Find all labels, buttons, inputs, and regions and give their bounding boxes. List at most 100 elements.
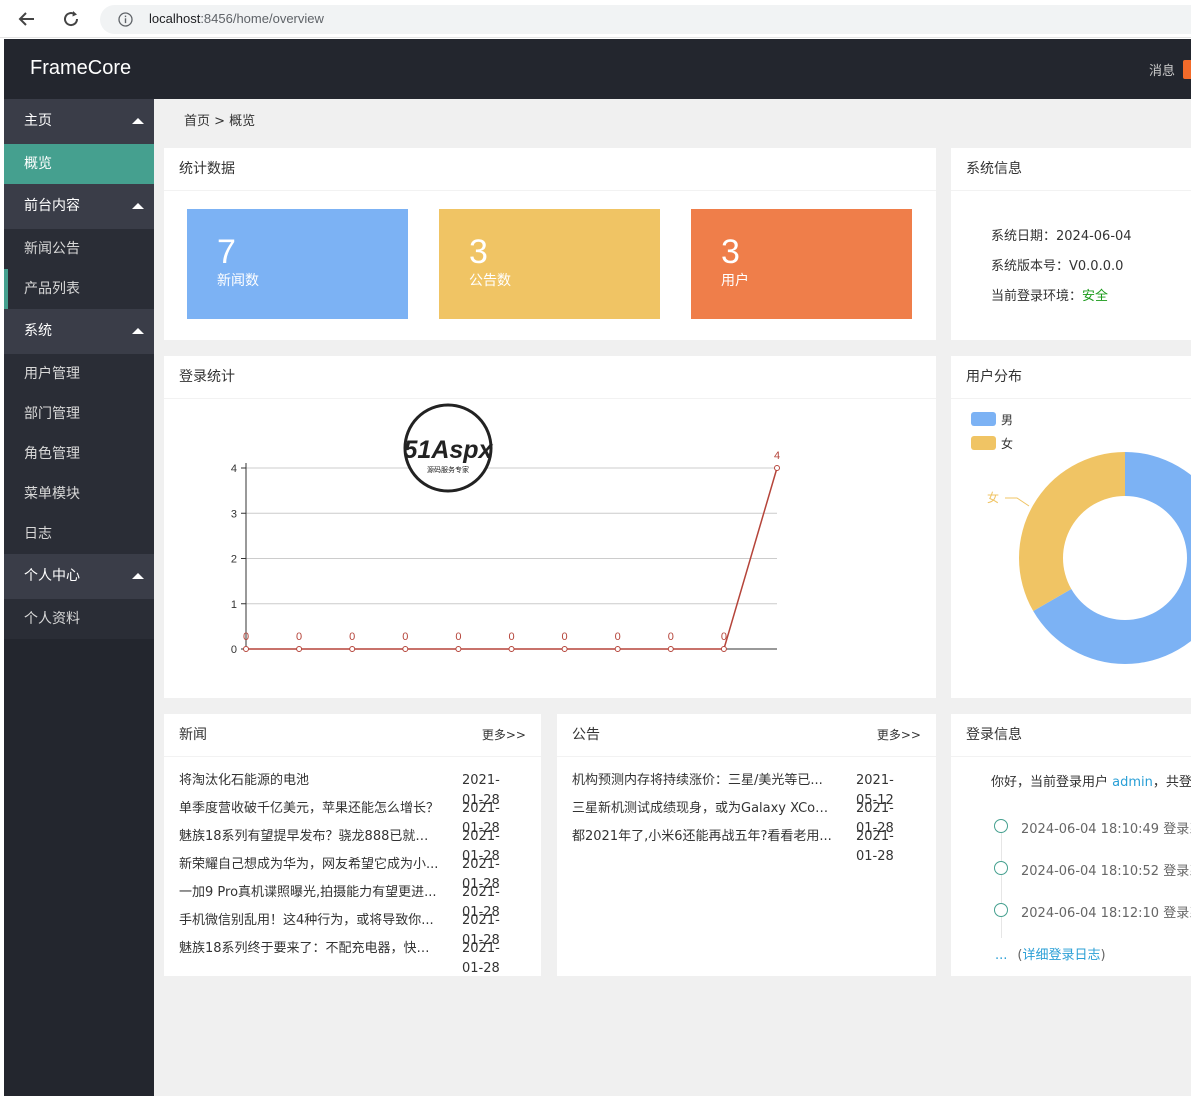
login-line-chart: 01234 51Aspx 源码服务专家 0 0 0 0 0 0 0 0 0 04: [231, 403, 780, 656]
breadcrumb: 首页 > 概览: [184, 114, 256, 129]
watermark-subtitle: 源码服务专家: [427, 465, 469, 474]
y-tick-label: 1: [231, 599, 237, 611]
login-detail-link[interactable]: 详细登录日志: [1022, 948, 1100, 963]
notice-card: 公告 更多>> 机构预测内存将持续涨价：三星/美光等已... 2021-05-12 三…: [557, 714, 936, 976]
item-title[interactable]: 新荣耀自己想成为华为，网友希望它成为小...: [179, 855, 438, 875]
news-item[interactable]: 手机微信别乱用！这4种行为，或将导致你... 2021-01-28: [179, 911, 500, 948]
stat-value: 3: [721, 233, 740, 271]
news-item[interactable]: 魅族18系列终于要来了：不配充电器，快充... 2021-01-28: [179, 939, 500, 976]
reload-icon[interactable]: [58, 6, 84, 32]
system-date: 系统日期：2024-06-04: [991, 229, 1132, 244]
stat-user-count[interactable]: 3 用户: [691, 209, 912, 319]
data-point: [774, 465, 780, 471]
news-item[interactable]: 将淘汰化石能源的电池 2021-01-28: [179, 771, 500, 808]
sidebar-item-department-management[interactable]: 部门管理: [4, 394, 154, 434]
top-bar: FrameCore 消息: [4, 39, 1191, 99]
data-label: 0: [721, 631, 727, 643]
browser-toolbar: localhost:8456/home/overview: [0, 0, 1191, 38]
item-title[interactable]: 都2021年了,小米6还能再战五年?看看老用...: [572, 827, 832, 847]
item-title[interactable]: 魅族18系列有望提早发布？骁龙888已就位 ...: [179, 827, 441, 847]
login-entry: 2024-06-04 18:10:52 登录系: [1021, 864, 1191, 879]
item-date: 2021-01-28: [462, 941, 500, 976]
user-distribution-pie-chart: 男女女: [971, 412, 1191, 664]
data-point: [561, 646, 568, 652]
news-card: 新闻 更多>> 将淘汰化石能源的电池 2021-01-28 单季度营收破千亿美元，苹果…: [164, 714, 541, 976]
data-point: [720, 646, 727, 652]
y-tick-label: 0: [231, 644, 237, 656]
app-logo[interactable]: FrameCore: [30, 57, 131, 80]
legend-swatch: [971, 412, 996, 426]
notice-item[interactable]: 都2021年了,小米6还能再战五年?看看老用... 2021-01-28: [572, 827, 894, 864]
site-info-icon[interactable]: [118, 12, 133, 31]
data-label: 0: [243, 631, 249, 643]
stat-news-count[interactable]: 7 新闻数: [187, 209, 408, 319]
sidebar-item-profile[interactable]: 个人资料: [4, 599, 154, 639]
sidebar-item-overview[interactable]: 概览: [4, 144, 154, 184]
stats-card: 统计数据 7 新闻数 3 公告数 3 用户: [164, 148, 936, 340]
news-item[interactable]: 魅族18系列有望提早发布？骁龙888已就位 ... 2021-01-28: [179, 827, 500, 864]
item-title[interactable]: 一加9 Pro真机谍照曝光,拍摄能力有望更进...: [179, 883, 437, 903]
timeline-line: [1001, 826, 1002, 938]
sidebar-item-log[interactable]: 日志: [4, 514, 154, 554]
stat-label: 新闻数: [217, 273, 259, 289]
news-item[interactable]: 一加9 Pro真机谍照曝光,拍摄能力有望更进... 2021-01-28: [179, 883, 500, 920]
sidebar-group-frontend-content[interactable]: 前台内容: [4, 184, 154, 229]
data-label: 0: [296, 631, 302, 643]
notice-item[interactable]: 机构预测内存将持续涨价：三星/美光等已... 2021-05-12: [572, 771, 894, 808]
news-more-link[interactable]: 更多>>: [482, 714, 526, 757]
sidebar-item-product-list[interactable]: 产品列表: [4, 269, 154, 309]
data-label: 0: [508, 631, 514, 643]
timeline-dot-icon: [994, 819, 1008, 833]
main-content: 首页 > 概览 统计数据 7 新闻数 3 公告数 3 用户 系统信息 系统日期：…: [154, 99, 1191, 1096]
messages-badge: [1183, 60, 1191, 79]
data-label: 0: [562, 631, 568, 643]
data-point: [508, 646, 515, 652]
data-point: [667, 646, 674, 652]
y-tick-label: 4: [231, 463, 237, 475]
data-label: 0: [455, 631, 461, 643]
y-tick-label: 3: [231, 508, 237, 520]
stat-notice-count[interactable]: 3 公告数: [439, 209, 660, 319]
watermark-text: 51Aspx: [404, 436, 494, 464]
item-title[interactable]: 机构预测内存将持续涨价：三星/美光等已...: [572, 771, 823, 791]
login-greeting: 你好，当前登录用户 admin，共登录: [991, 775, 1191, 790]
news-item[interactable]: 新荣耀自己想成为华为，网友希望它成为小... 2021-01-28: [179, 855, 500, 892]
legend-label: 男: [1001, 413, 1013, 427]
sidebar-group-system[interactable]: 系统: [4, 309, 154, 354]
system-info-card: 系统信息 系统日期：2024-06-04 系统版本号：V0.0.0.0 当前登录…: [951, 148, 1191, 340]
slice-leader-line: [1005, 497, 1030, 507]
sidebar-item-menu-module[interactable]: 菜单模块: [4, 474, 154, 514]
item-title[interactable]: 将淘汰化石能源的电池: [179, 771, 309, 791]
data-point: [349, 646, 356, 652]
item-title[interactable]: 三星新机测试成绩现身，或为Galaxy XCov...: [572, 799, 834, 819]
login-entry: 2024-06-04 18:12:10 登录系: [1021, 906, 1191, 921]
login-stats-title: 登录统计: [164, 356, 936, 399]
item-title[interactable]: 单季度营收破千亿美元，苹果还能怎么增长？: [179, 799, 439, 819]
app-window: FrameCore 消息 主页 概览 前台内容 新闻公告 产品列表 系统 用户管…: [4, 39, 1191, 1096]
news-item[interactable]: 单季度营收破千亿美元，苹果还能怎么增长？ 2021-01-28: [179, 799, 500, 836]
messages-link[interactable]: 消息: [1149, 60, 1175, 79]
back-arrow-icon[interactable]: [14, 6, 40, 32]
item-title[interactable]: 手机微信别乱用！这4种行为，或将导致你...: [179, 911, 434, 931]
sidebar-group-home[interactable]: 主页: [4, 99, 154, 144]
sidebar-item-role-management[interactable]: 角色管理: [4, 434, 154, 474]
data-point: [296, 646, 303, 652]
notice-item[interactable]: 三星新机测试成绩现身，或为Galaxy XCov... 2021-01-28: [572, 799, 894, 836]
user-distribution-title: 用户分布: [951, 356, 1191, 399]
watermark-logo: 51Aspx 源码服务专家: [403, 403, 494, 493]
data-label: 0: [402, 631, 408, 643]
login-username[interactable]: admin: [1112, 775, 1153, 790]
system-info-title: 系统信息: [951, 148, 1191, 191]
address-bar[interactable]: localhost:8456/home/overview: [100, 5, 1191, 34]
item-date: 2021-01-28: [856, 829, 894, 864]
url-text: localhost:8456/home/overview: [149, 11, 324, 26]
news-list: 将淘汰化石能源的电池 2021-01-28 单季度营收破千亿美元，苹果还能怎么增长？…: [179, 771, 500, 976]
caret-up-icon: [132, 328, 144, 334]
item-title[interactable]: 魅族18系列终于要来了：不配充电器，快充...: [179, 939, 441, 959]
sidebar-item-news-notices[interactable]: 新闻公告: [4, 229, 154, 269]
y-tick-label: 2: [231, 554, 237, 566]
sidebar-item-user-management[interactable]: 用户管理: [4, 354, 154, 394]
notice-more-link[interactable]: 更多>>: [877, 714, 921, 757]
sidebar-group-personal-center[interactable]: 个人中心: [4, 554, 154, 599]
data-label: 0: [668, 631, 674, 643]
